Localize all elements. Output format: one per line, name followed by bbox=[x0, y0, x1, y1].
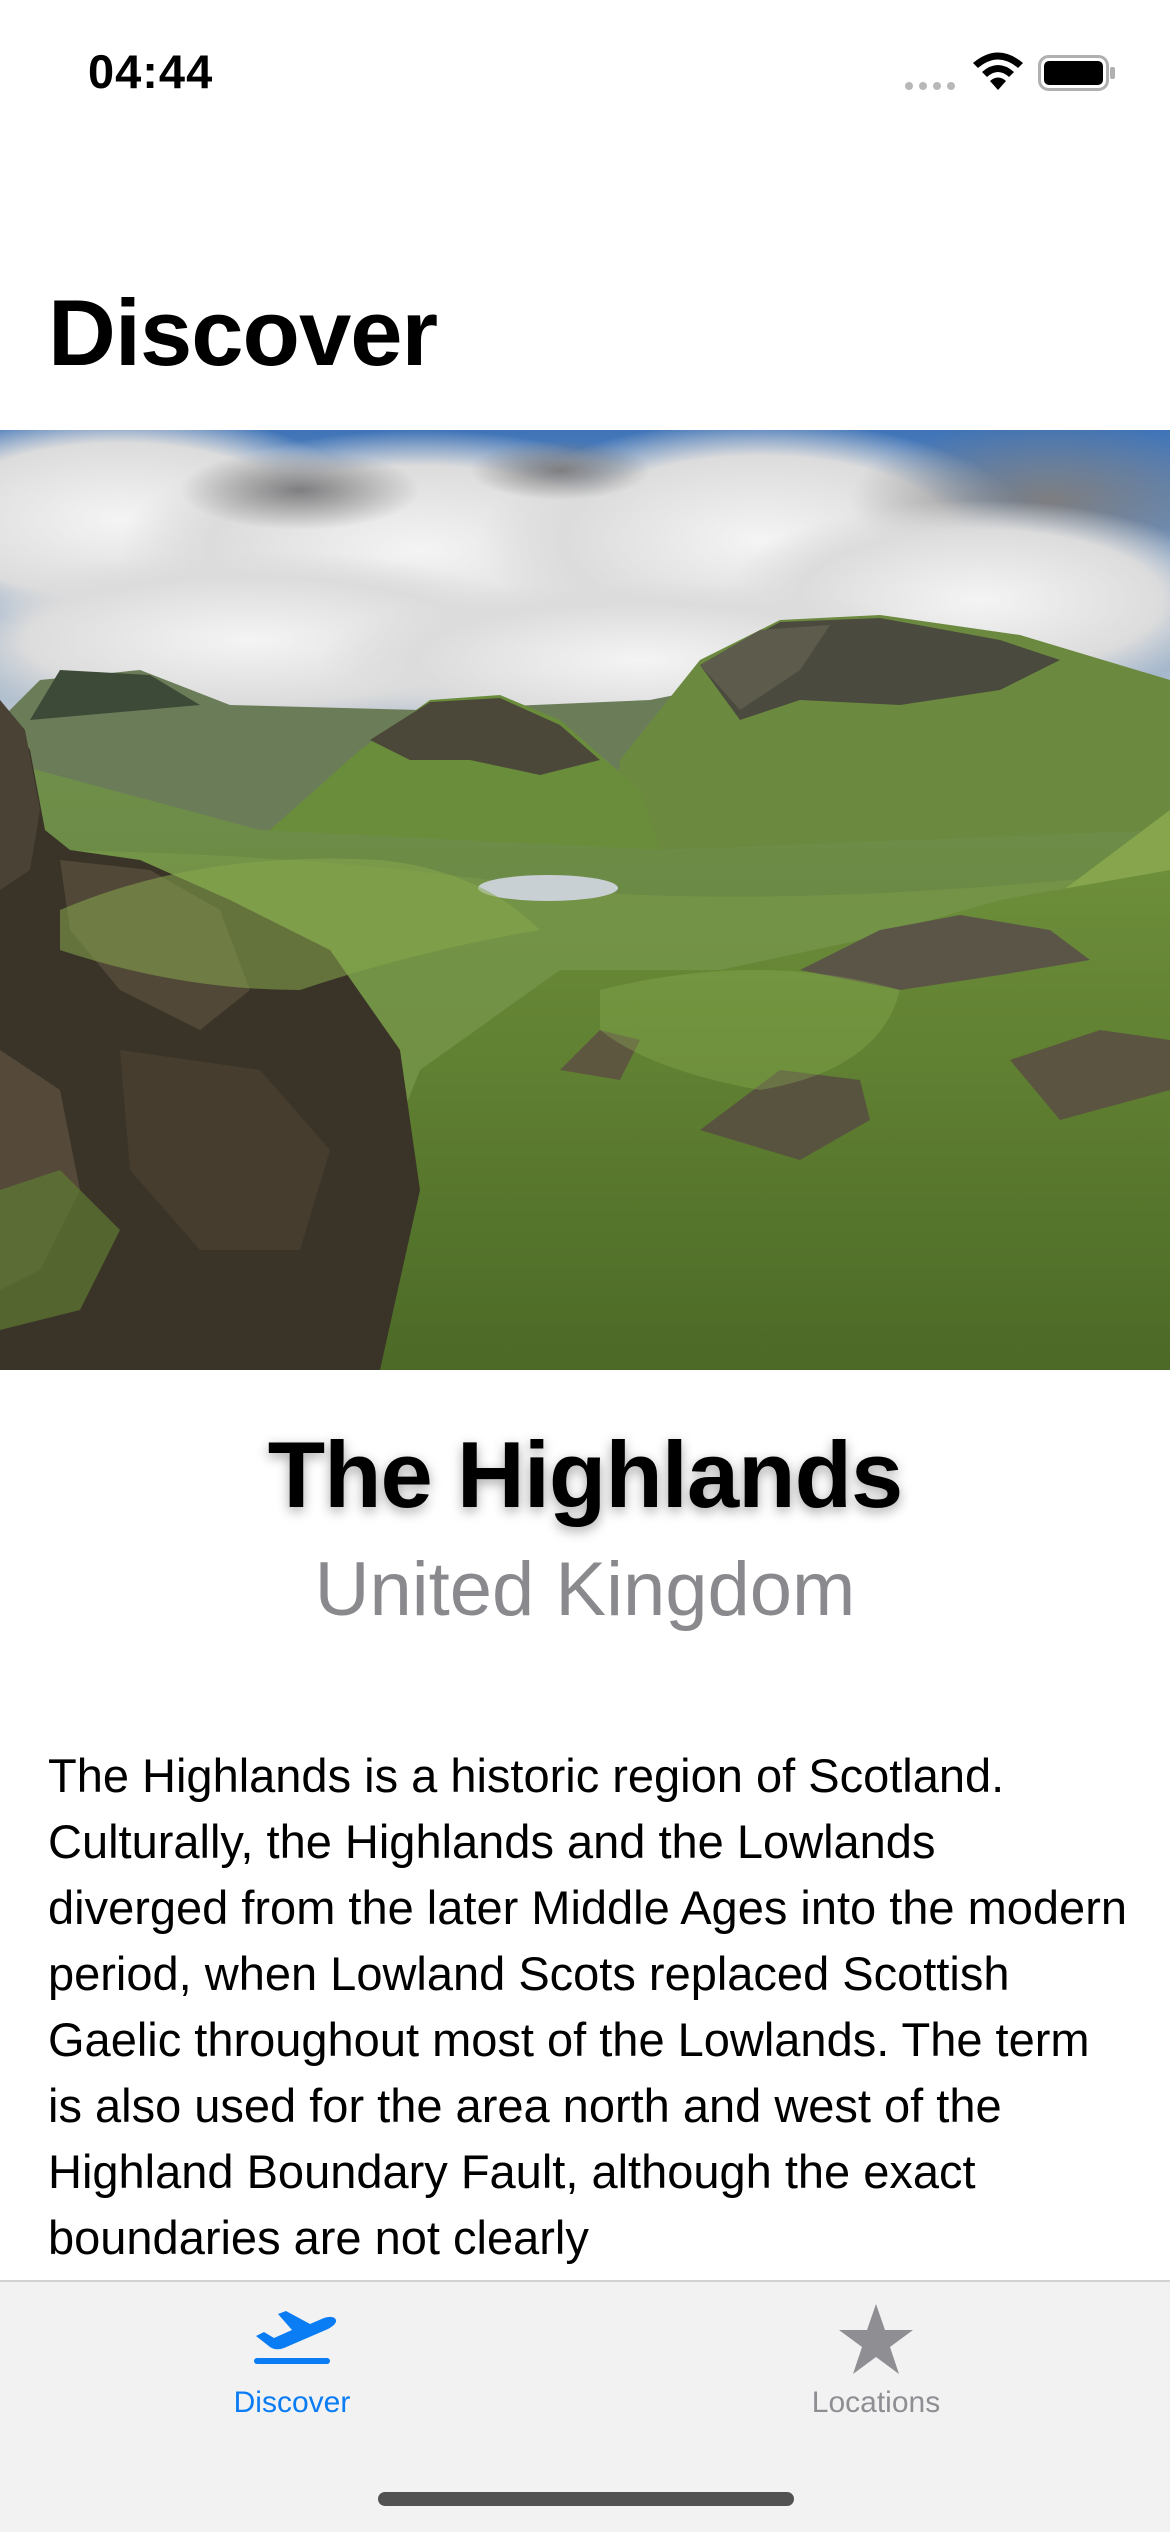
location-country: United Kingdom bbox=[314, 1547, 856, 1632]
page-title: Discover bbox=[48, 280, 438, 385]
tab-discover[interactable]: Discover bbox=[142, 2300, 442, 2440]
airplane-departure-icon bbox=[254, 2311, 337, 2364]
location-name: The Highlands bbox=[267, 1422, 904, 1527]
tab-discover-label: Discover bbox=[233, 2386, 351, 2419]
landscape-photo bbox=[0, 430, 1170, 1370]
location-description: The Highlands is a historic region of Sc… bbox=[48, 1749, 1127, 2264]
wifi-icon bbox=[973, 52, 1023, 90]
tab-locations-label: Locations bbox=[811, 2386, 941, 2419]
status-time: 04:44 bbox=[88, 45, 214, 98]
home-indicator[interactable] bbox=[378, 2492, 794, 2506]
cellular-signal-icon bbox=[905, 82, 955, 90]
hero-image bbox=[0, 430, 1170, 1370]
star-icon bbox=[839, 2304, 913, 2374]
battery-icon bbox=[1038, 55, 1115, 91]
tab-locations[interactable]: Locations bbox=[726, 2300, 1026, 2440]
status-bar: 04:44 bbox=[0, 0, 1170, 150]
app-screen: 04:44 Discover The Highlands United King… bbox=[0, 0, 1170, 2532]
